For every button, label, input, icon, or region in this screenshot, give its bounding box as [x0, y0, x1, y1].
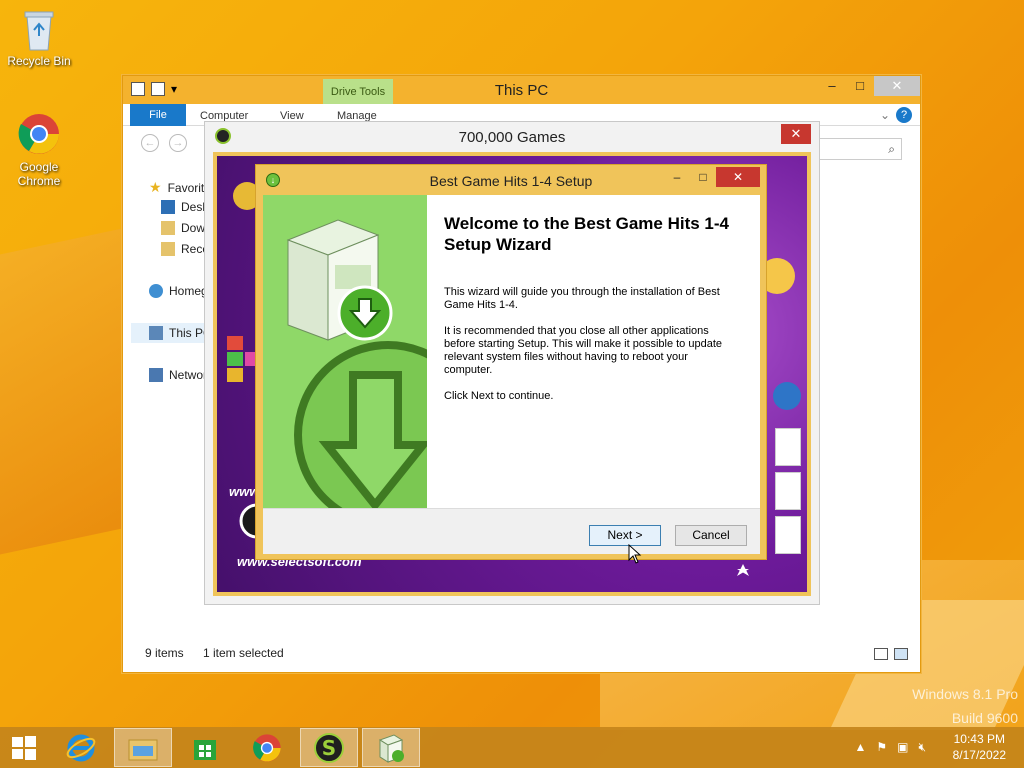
setup-welcome-page: Welcome to the Best Game Hits 1-4 Setup … — [263, 195, 760, 508]
recent-places-icon — [161, 242, 175, 256]
desktop-icon-label: Google Chrome — [17, 160, 61, 188]
large-icons-view-icon[interactable] — [894, 648, 908, 660]
continue-instruction: Click Next to continue. — [444, 390, 554, 402]
taskbar: S ▲ ⚑ ▣ 🔇︎ 10:43 PM 8/17/2022 — [0, 727, 1024, 768]
chevron-down-icon[interactable]: ⌄ — [880, 108, 890, 122]
os-watermark-line2: Build 9600 — [951, 710, 1018, 726]
windows-logo-icon — [12, 735, 36, 760]
clock-date: 8/17/2022 — [952, 748, 1006, 762]
details-view-icon[interactable] — [874, 648, 888, 660]
star-icon: ★ — [149, 179, 162, 195]
status-item-count: 9 items — [145, 646, 184, 660]
back-icon[interactable]: ← — [141, 134, 159, 152]
action-center-flag-icon[interactable]: ⚑ — [876, 740, 887, 755]
show-hidden-icons-icon[interactable]: ▲ — [854, 740, 866, 755]
forward-icon[interactable]: → — [169, 134, 187, 152]
side-panel — [775, 516, 801, 554]
taskbar-clock[interactable]: 10:43 PM 8/17/2022 — [953, 731, 1006, 763]
desktop-folder-icon — [161, 200, 175, 214]
os-watermark-line1: Windows 8.1 Pro — [912, 686, 1018, 702]
desktop-icon-recycle-bin[interactable]: Recycle Bin — [4, 6, 74, 68]
close-button[interactable]: ✕ — [716, 167, 760, 187]
minimize-button[interactable]: – — [818, 76, 846, 96]
chrome-icon — [253, 733, 281, 762]
help-icon[interactable]: ? — [896, 107, 912, 123]
system-tray: ▲ ⚑ ▣ 🔇︎ — [854, 740, 926, 755]
taskbar-internet-explorer[interactable] — [52, 728, 110, 767]
search-icon: ⌕ — [888, 142, 895, 156]
recommendation-text: It is recommended that you close all oth… — [444, 325, 723, 376]
selectsoft-logo-icon: S — [314, 732, 344, 763]
welcome-heading: Welcome to the Best Game Hits 1-4 Setup … — [444, 214, 729, 254]
setup-window-controls: – □ ✕ — [664, 167, 760, 187]
next-button[interactable]: Next > — [589, 525, 661, 546]
chrome-icon — [17, 112, 61, 158]
network-icon — [149, 368, 163, 382]
side-panel — [775, 428, 801, 466]
network-tray-icon[interactable]: ▣ — [897, 740, 908, 755]
view-toggle — [874, 648, 908, 660]
internet-explorer-icon — [66, 734, 96, 761]
desktop-icon-label: Recycle Bin — [7, 54, 71, 68]
cancel-button[interactable]: Cancel — [675, 525, 747, 546]
svg-text:S: S — [322, 736, 336, 760]
maximize-button[interactable]: □ — [846, 76, 874, 96]
setup-wizard-dialog: ↓ Best Game Hits 1-4 Setup – □ ✕ Welcome… — [255, 164, 767, 560]
taskbar-store[interactable] — [176, 728, 234, 767]
taskbar-setup[interactable] — [362, 728, 420, 767]
close-button[interactable]: ✕ — [781, 124, 811, 144]
taskbar-file-explorer[interactable] — [114, 728, 172, 767]
start-button[interactable] — [0, 728, 48, 767]
wizard-side-image — [263, 195, 427, 508]
setup-footer: Next > Cancel — [263, 508, 760, 554]
desktop-icon-google-chrome[interactable]: Google Chrome — [4, 112, 74, 188]
game-window-title: 700,000 Games — [458, 129, 566, 146]
explorer-window-controls: – □ ✕ — [818, 76, 920, 96]
downloads-folder-icon — [161, 221, 175, 235]
homegroup-icon — [149, 284, 163, 298]
volume-muted-icon[interactable]: 🔇︎ — [918, 740, 926, 755]
close-button[interactable]: ✕ — [874, 76, 920, 96]
banner-side-panels — [775, 428, 801, 554]
side-panel — [775, 472, 801, 510]
status-selection: 1 item selected — [203, 646, 284, 660]
minimize-button[interactable]: – — [664, 167, 690, 187]
explorer-title: This PC — [494, 82, 549, 99]
game-titlebar[interactable]: 700,000 Games ✕ — [205, 122, 819, 150]
install-box-icon — [286, 219, 427, 508]
computer-icon — [149, 326, 163, 340]
installer-icon — [378, 733, 404, 763]
recycle-bin-icon — [17, 6, 61, 52]
mouse-cursor-icon — [628, 544, 642, 564]
clock-time: 10:43 PM — [953, 732, 1005, 746]
tab-file[interactable]: File — [130, 104, 186, 126]
store-icon — [194, 739, 216, 760]
nav-item-this-pc[interactable]: This PC — [149, 326, 212, 340]
setup-titlebar[interactable]: ↓ Best Game Hits 1-4 Setup – □ ✕ — [256, 165, 766, 195]
intro-text: This wizard will guide you through the i… — [444, 286, 720, 311]
file-explorer-icon — [128, 739, 158, 760]
explorer-titlebar[interactable]: ▾ Drive Tools This PC – □ ✕ — [123, 76, 920, 105]
maximize-button[interactable]: □ — [690, 167, 716, 187]
taskbar-700000-games[interactable]: S — [300, 728, 358, 767]
taskbar-chrome[interactable] — [238, 728, 296, 767]
